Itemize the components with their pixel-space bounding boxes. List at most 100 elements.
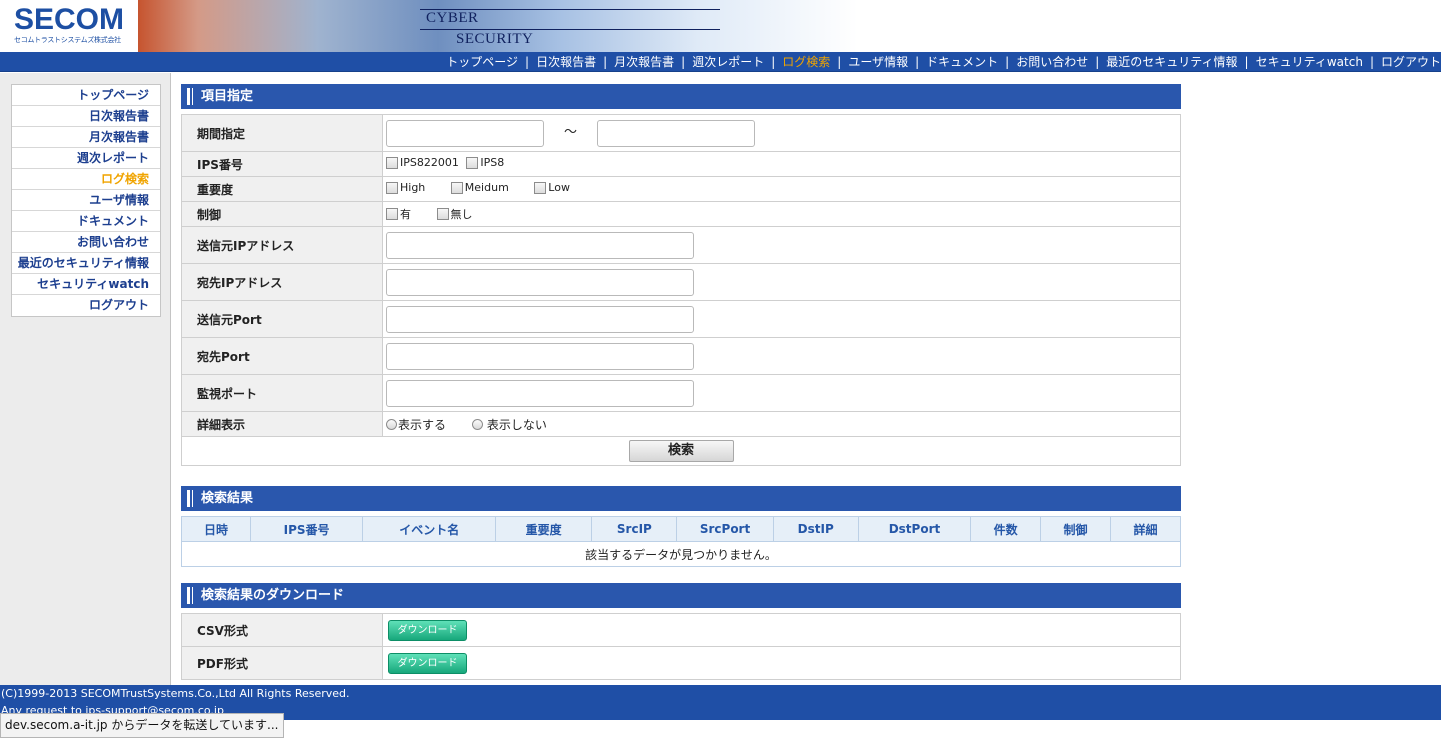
detail-show-label: 表示する <box>398 417 447 432</box>
results-column-header[interactable]: SrcIP <box>591 516 678 542</box>
sidebar-item[interactable]: 日次報告書 <box>12 106 160 127</box>
top-nav-item[interactable]: 週次レポート <box>692 55 764 69</box>
search-button[interactable]: 検索 <box>628 440 734 462</box>
top-nav-separator: | <box>603 55 608 69</box>
sidebar-item[interactable]: 週次レポート <box>12 148 160 169</box>
results-column-header[interactable]: イベント名 <box>362 516 497 542</box>
period-label: 期間指定 <box>181 114 383 152</box>
control-yes-option[interactable]: 有 <box>386 206 411 222</box>
copyright-text: (C)1999-2013 SECOMTrustSystems.Co.,Ltd A… <box>1 687 350 700</box>
search-conditions-heading: 項目指定 <box>181 84 1181 109</box>
detail-show-option[interactable]: 表示する <box>386 416 446 433</box>
header: SECOM セコムトラストシステムズ株式会社 CYBER SECURITY <box>0 0 1441 52</box>
results-column-header[interactable]: 重要度 <box>495 516 593 542</box>
results-column-header[interactable]: DstIP <box>772 516 859 542</box>
control-label: 制御 <box>181 201 383 227</box>
logo-wordmark: SECOM <box>14 3 125 36</box>
top-nav-item[interactable]: お問い合わせ <box>1016 55 1088 69</box>
control-yes-checkbox[interactable] <box>386 207 398 220</box>
sidebar-item[interactable]: 最近のセキュリティ情報 <box>12 253 160 274</box>
cyber-security-banner: CYBER SECURITY <box>138 0 1441 52</box>
top-nav-item[interactable]: ドキュメント <box>926 55 998 69</box>
ips8-checkbox[interactable] <box>466 156 479 169</box>
results-column-header[interactable]: 件数 <box>970 516 1042 542</box>
top-nav-item[interactable]: セキュリティwatch <box>1256 55 1363 69</box>
banner-rule-middle <box>420 29 720 30</box>
left-sidebar: トップページ 日次報告書 月次報告書 週次レポート ログ検索 ユーザ情報 ドキュメント お問い… <box>0 73 171 685</box>
results-column-header[interactable]: SrcPort <box>676 516 774 542</box>
top-nav-item[interactable]: トップページ <box>446 55 518 69</box>
secom-logo[interactable]: SECOM セコムトラストシステムズ株式会社 <box>14 4 126 48</box>
detail-hide-option[interactable]: 表示しない <box>471 416 547 433</box>
top-nav-separator: | <box>681 55 686 69</box>
ips822001-label: IPS822001 <box>400 156 459 170</box>
search-results-heading: 検索結果 <box>181 486 1181 511</box>
results-column-header[interactable]: 日時 <box>181 516 251 542</box>
detail-hide-radio[interactable] <box>471 418 483 430</box>
severity-high-label: High <box>400 181 426 195</box>
csv-format-label: CSV形式 <box>181 613 383 647</box>
sidebar-item[interactable]: お問い合わせ <box>12 232 160 253</box>
top-nav-item[interactable]: ユーザ情報 <box>848 55 908 69</box>
table-row: 該当するデータが見つかりません。 <box>181 541 1181 567</box>
side-menu: トップページ 日次報告書 月次報告書 週次レポート ログ検索 ユーザ情報 ドキュメント お問い… <box>11 84 161 317</box>
top-navigation: トップページ | 日次報告書 | 月次報告書 | 週次レポート | ログ検索 | ユーザ情報 | ドキュ… <box>0 52 1441 72</box>
results-column-header[interactable]: DstPort <box>857 516 972 542</box>
sidebar-item[interactable]: トップページ <box>12 85 160 106</box>
severity-low-checkbox[interactable] <box>534 181 547 194</box>
period-separator: ～ <box>563 125 577 140</box>
destination-ip-label: 宛先IPアドレス <box>181 263 383 301</box>
severity-low-label: Low <box>548 181 570 195</box>
destination-port-input[interactable] <box>386 342 694 370</box>
detail-show-radio[interactable] <box>386 418 397 430</box>
detail-display-label: 詳細表示 <box>181 411 383 437</box>
top-nav-item[interactable]: ログ検索 <box>782 55 830 69</box>
pdf-format-label: PDF形式 <box>181 646 383 680</box>
results-column-header[interactable]: 詳細 <box>1110 516 1181 542</box>
severity-high-option[interactable]: High <box>386 181 425 194</box>
control-no-checkbox[interactable] <box>436 207 449 220</box>
sidebar-item[interactable]: セキュリティwatch <box>12 274 160 295</box>
monitor-port-input[interactable] <box>386 379 694 407</box>
severity-medium-option[interactable]: Meidum <box>450 181 509 194</box>
sidebar-item[interactable]: ユーザ情報 <box>12 190 160 211</box>
download-table: CSV形式 ダウンロード PDF形式 ダウンロード <box>181 613 1181 680</box>
top-nav-item[interactable]: 日次報告書 <box>536 55 596 69</box>
banner-text-cyber: CYBER <box>426 10 479 26</box>
severity-high-checkbox[interactable] <box>386 181 398 194</box>
top-nav-item[interactable]: ログアウト <box>1381 55 1441 69</box>
top-nav-separator: | <box>915 55 920 69</box>
search-conditions-form: 期間指定 ～ IPS番号 IPS822001 IPS8 重要度 High Mei… <box>181 114 1181 466</box>
source-ip-input[interactable] <box>386 231 694 259</box>
top-nav-separator: | <box>525 55 530 69</box>
search-results-table: 日時 IPS番号 イベント名 重要度 SrcIP SrcPort DstIP DstPort 件… <box>181 516 1181 567</box>
pdf-download-button[interactable]: ダウンロード <box>388 652 467 674</box>
top-nav-item[interactable]: 最近のセキュリティ情報 <box>1106 55 1237 69</box>
browser-status-bar: dev.secom.a-it.jp からデータを転送しています... <box>0 713 284 738</box>
results-column-header[interactable]: 制御 <box>1040 516 1112 542</box>
top-nav-list: トップページ | 日次報告書 | 月次報告書 | 週次レポート | ログ検索 | ユーザ情報 | ドキュ… <box>446 55 1441 69</box>
sidebar-item[interactable]: ログアウト <box>12 295 160 316</box>
period-start-input[interactable] <box>386 119 544 147</box>
period-end-input[interactable] <box>597 119 755 147</box>
ips-option-2[interactable]: IPS8 <box>466 156 504 169</box>
logo-company-name: セコムトラストシステムズ株式会社 <box>14 36 121 44</box>
ips8-label: IPS8 <box>480 156 505 170</box>
results-column-header[interactable]: IPS番号 <box>249 516 364 542</box>
control-no-option[interactable]: 無し <box>436 206 473 222</box>
control-yes-label: 有 <box>400 207 411 221</box>
banner-text-security: SECURITY <box>456 31 534 47</box>
ips822001-checkbox[interactable] <box>386 156 398 169</box>
sidebar-item[interactable]: 月次報告書 <box>12 127 160 148</box>
severity-medium-checkbox[interactable] <box>450 181 463 194</box>
csv-download-button[interactable]: ダウンロード <box>388 619 467 641</box>
destination-port-label: 宛先Port <box>181 337 383 375</box>
source-port-input[interactable] <box>386 305 694 333</box>
sidebar-item[interactable]: ログ検索 <box>12 169 160 190</box>
severity-low-option[interactable]: Low <box>534 181 570 194</box>
source-ip-label: 送信元IPアドレス <box>181 226 383 264</box>
top-nav-item[interactable]: 月次報告書 <box>614 55 674 69</box>
sidebar-item[interactable]: ドキュメント <box>12 211 160 232</box>
ips-option-1[interactable]: IPS822001 <box>386 156 459 169</box>
destination-ip-input[interactable] <box>386 268 694 296</box>
